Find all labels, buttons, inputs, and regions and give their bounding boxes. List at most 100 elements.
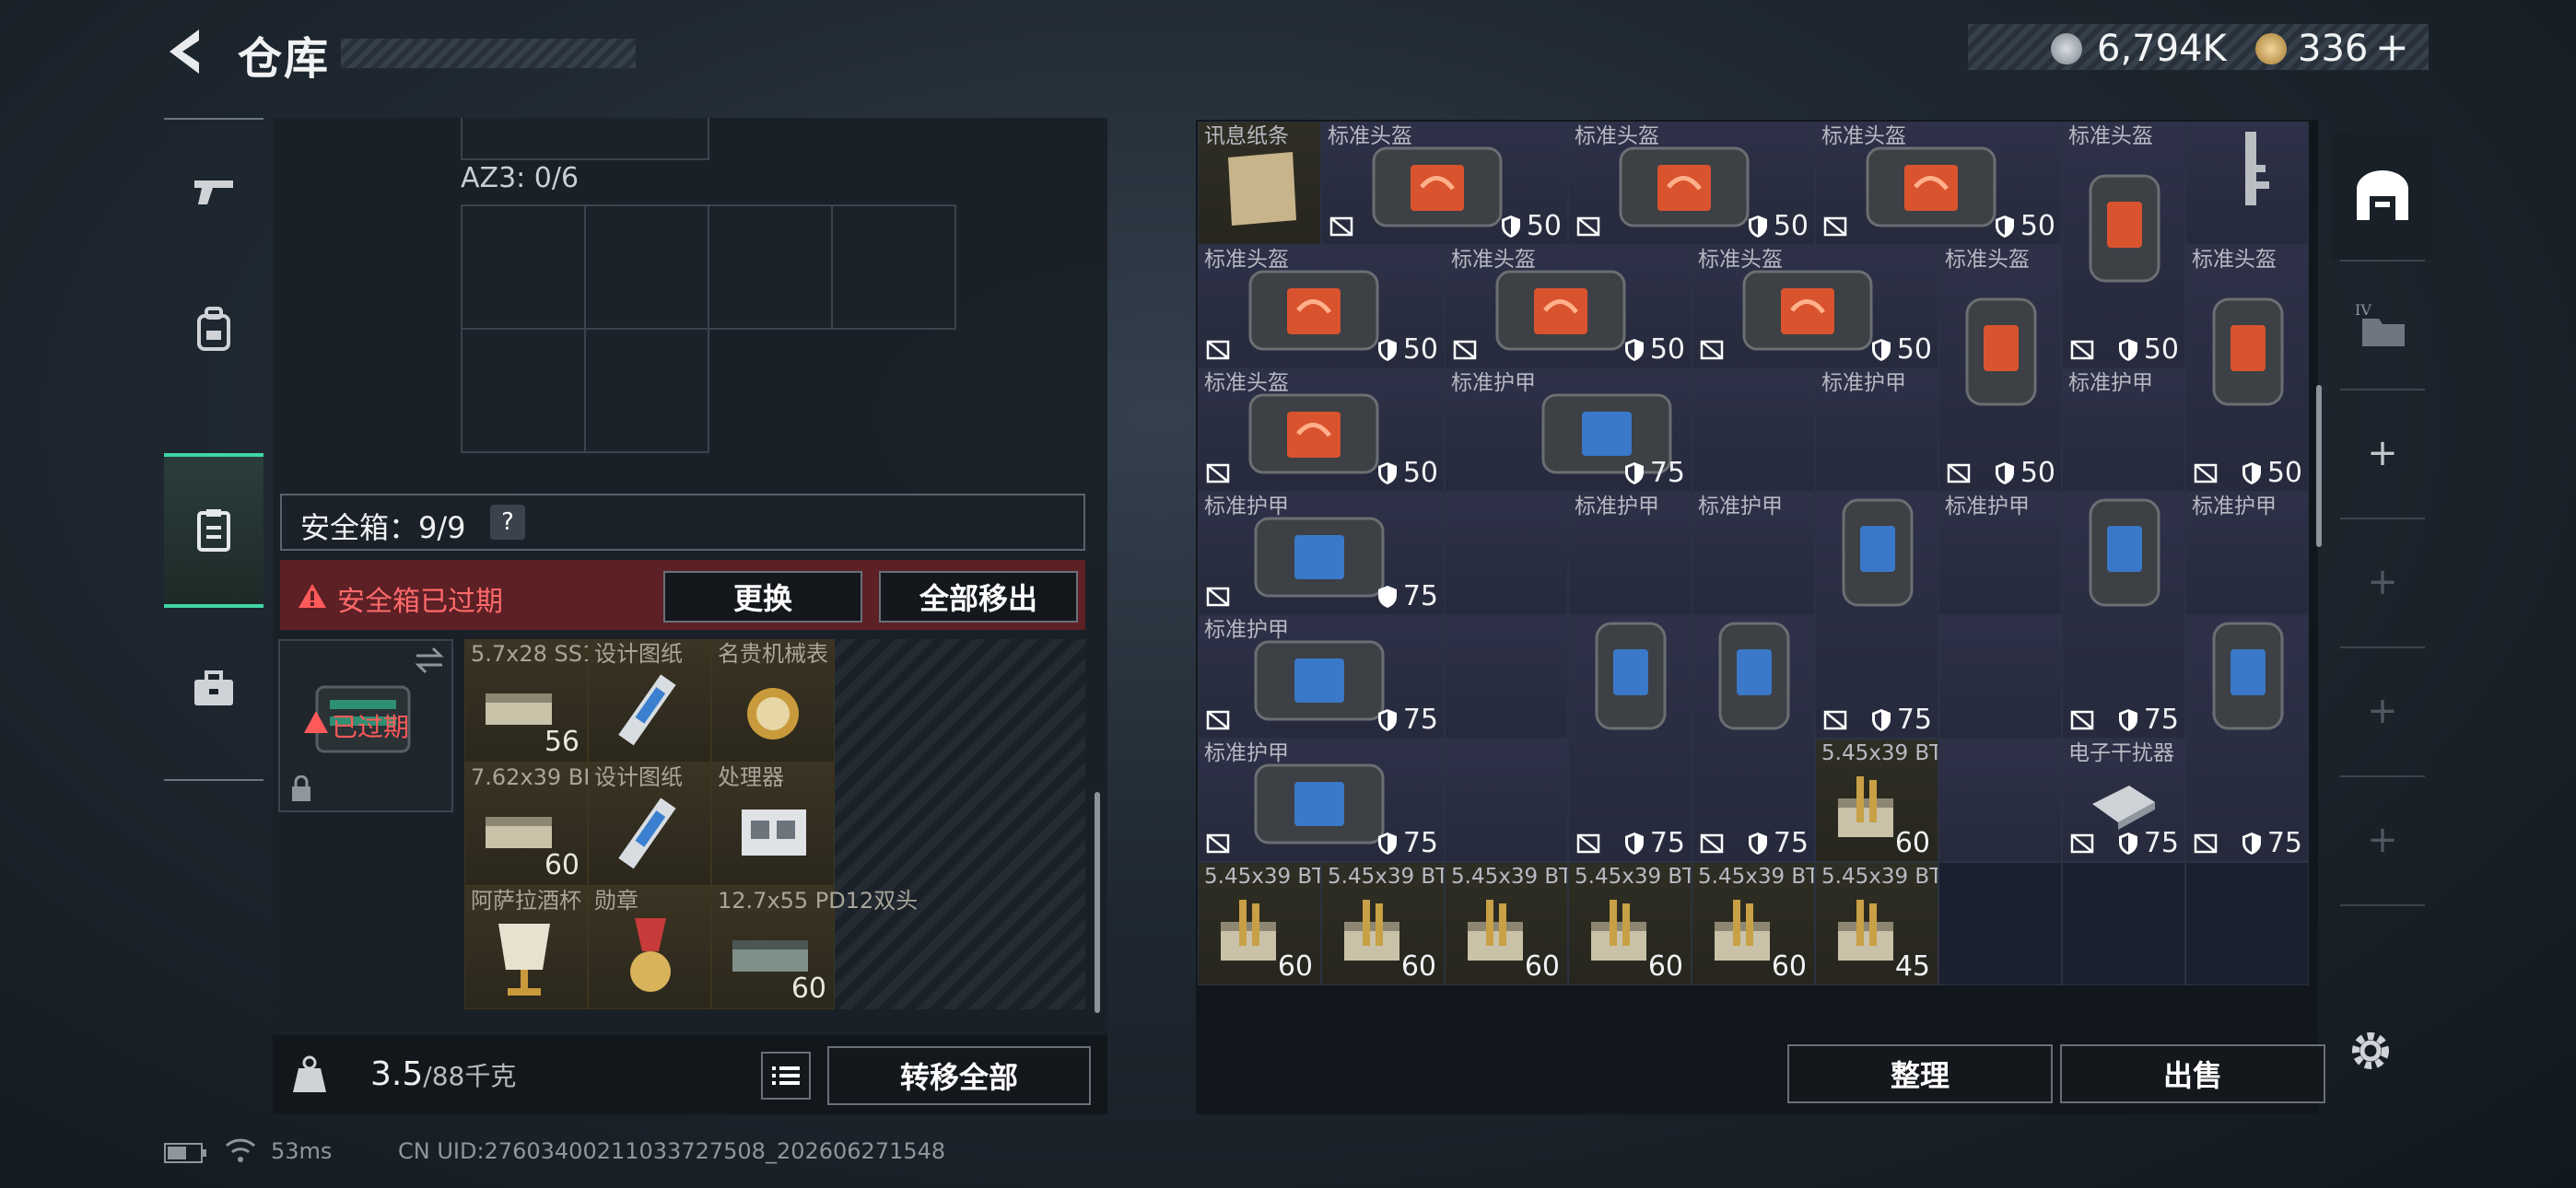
inventory-item[interactable]: 5.45x39 BT 60 (1321, 862, 1445, 985)
inventory-item[interactable]: 标准头盔 50 (1692, 245, 1938, 368)
grid-slot[interactable] (831, 204, 956, 330)
inventory-item[interactable]: 讯息纸条 (1198, 122, 1321, 245)
settings-gear-icon[interactable] (2346, 1026, 2395, 1076)
add-storage-tab-button[interactable]: + (2331, 646, 2434, 775)
safebox-item-cell[interactable]: 勋章 (588, 886, 711, 1009)
weight-max: /88千克 (423, 1061, 517, 1091)
help-button[interactable]: ? (490, 505, 525, 540)
safebox-item-cell[interactable]: 12.7x55 PD12双头 60 (711, 886, 918, 1009)
safebox-item-cell[interactable]: 设计图纸 (588, 763, 711, 886)
inventory-item[interactable]: 标准护甲 (2062, 368, 2185, 492)
item-name: 阿萨拉酒杯 (471, 888, 581, 914)
add-storage-tab-button[interactable]: + (2331, 389, 2434, 518)
inventory-item[interactable]: 75 (1815, 492, 1938, 739)
no-repair-icon (1576, 216, 1600, 237)
inventory-item[interactable]: 标准护甲 75 (1445, 368, 1692, 492)
inventory-item[interactable]: 75 (1692, 615, 1815, 862)
sell-button[interactable]: 出售 (2060, 1044, 2325, 1103)
item-name: 设计图纸 (594, 641, 683, 667)
durability-value: 75 (1402, 580, 1438, 612)
durability: 75 (2242, 827, 2302, 859)
inventory-item[interactable]: 标准护甲 (1692, 492, 1815, 615)
inventory-item[interactable]: 标准头盔 50 (1938, 245, 2062, 492)
back-arrow-icon[interactable] (162, 26, 212, 77)
grid-slot[interactable] (461, 204, 586, 330)
sort-button[interactable]: 整理 (1787, 1044, 2053, 1103)
title-decoration (341, 39, 636, 68)
inventory-item[interactable]: 标准头盔 50 (2062, 122, 2185, 368)
inventory-item[interactable]: 标准头盔 50 (1198, 245, 1445, 368)
inventory-item[interactable]: 标准护甲 75 (1198, 615, 1445, 739)
tab-case[interactable] (164, 615, 263, 763)
add-gold-button[interactable]: + (2375, 24, 2409, 71)
add-storage-tab-button[interactable]: + (2331, 775, 2434, 904)
durability: 75 (1748, 827, 1809, 859)
empty-slot[interactable] (1445, 492, 1568, 615)
tab-weapons[interactable] (164, 118, 263, 265)
item-name: 标准护甲 (1821, 371, 1906, 395)
tab-storage-main[interactable] (2331, 131, 2434, 260)
inventory-item[interactable]: 5.45x39 BT 60 (1198, 862, 1321, 985)
inventory-item[interactable]: 75 (2062, 492, 2185, 739)
safebox-item-cell[interactable]: 5.7x28 SS193 56 (464, 639, 625, 763)
inventory-item[interactable]: 标准护甲 (1938, 492, 2062, 615)
list-view-button[interactable] (761, 1052, 811, 1100)
empty-slot[interactable] (2062, 862, 2185, 985)
left-scrollbar[interactable] (1095, 792, 1100, 1013)
safebox-item-cell[interactable]: 7.62x39 BP 60 (464, 763, 597, 886)
add-storage-tab-button[interactable]: + (2331, 518, 2434, 646)
inventory-scrollbar[interactable] (2316, 385, 2322, 547)
inventory-item[interactable]: 标准头盔 50 (1445, 245, 1692, 368)
inventory-item[interactable]: 5.45x39 BT 45 (1815, 862, 1938, 985)
inventory-item[interactable]: 标准头盔 50 (1568, 122, 1815, 245)
swap-icon[interactable] (413, 646, 446, 674)
grid-slot[interactable] (461, 328, 586, 453)
empty-slot[interactable] (1692, 368, 1815, 492)
no-repair-icon (2070, 833, 2094, 854)
empty-slot[interactable] (2185, 862, 2309, 985)
grid-slot[interactable] (584, 204, 709, 330)
inventory-item[interactable]: 标准头盔 50 (1815, 122, 2062, 245)
tab-backpack[interactable] (164, 256, 263, 403)
no-repair-icon (1823, 710, 1847, 730)
armor-vest-icon (1842, 498, 1914, 607)
tab-safebox[interactable] (164, 453, 263, 608)
inventory-item[interactable]: 75 (2185, 615, 2309, 862)
inventory-item[interactable]: 标准头盔 50 (1321, 122, 1568, 245)
durability: 75 (1377, 580, 1438, 612)
tab-storage-4[interactable]: IV (2331, 260, 2434, 389)
empty-slot[interactable] (1445, 615, 1568, 739)
durability: 75 (1377, 827, 1438, 859)
inventory-item[interactable]: 5.45x39 BT 60 (1445, 862, 1568, 985)
inventory-item[interactable]: 5.45x39 BT 60 (1692, 862, 1815, 985)
empty-slot[interactable] (1938, 739, 2062, 862)
inventory-item[interactable]: 75 (1568, 615, 1692, 862)
durability-value: 50 (1649, 333, 1685, 366)
safebox-item-cell[interactable]: 处理器 (711, 763, 835, 886)
inventory-item[interactable]: 电子干扰器 75 (2062, 739, 2185, 862)
empty-slot[interactable] (1445, 739, 1568, 862)
inventory-item[interactable]: 标准护甲 (1568, 492, 1692, 615)
safebox-item-cell[interactable]: 名贵机械表 (711, 639, 835, 763)
inventory-item[interactable]: 标准护甲 (2185, 492, 2309, 615)
move-all-out-button[interactable]: 全部移出 (879, 571, 1078, 623)
inventory-item[interactable]: 标准护甲 75 (1198, 492, 1445, 615)
grid-slot[interactable] (584, 328, 709, 453)
empty-slot[interactable] (1938, 615, 2062, 739)
inventory-item[interactable]: 标准头盔 50 (1198, 368, 1445, 492)
inventory-item[interactable]: 5.45x39 BT 60 (1815, 739, 1938, 862)
inventory-item[interactable]: 标准护甲 (1815, 368, 1938, 492)
replace-button[interactable]: 更换 (663, 571, 862, 623)
safebox-item-cell[interactable]: 阿萨拉酒杯 (464, 886, 588, 1009)
az3-label: AZ3: 0/6 (461, 162, 580, 194)
empty-slot[interactable] (1938, 862, 2062, 985)
no-repair-icon (2070, 340, 2094, 360)
inventory-item[interactable] (2185, 122, 2309, 245)
grid-slot[interactable] (708, 204, 833, 330)
transfer-all-button[interactable]: 转移全部 (827, 1046, 1091, 1105)
safebox-item-cell[interactable]: 设计图纸 (588, 639, 711, 763)
inventory-item[interactable]: 标准护甲 75 (1198, 739, 1445, 862)
safebox-item[interactable]: 已过期 (278, 639, 453, 812)
inventory-item[interactable]: 标准头盔 50 (2185, 245, 2309, 492)
inventory-item[interactable]: 5.45x39 BT 60 (1568, 862, 1692, 985)
